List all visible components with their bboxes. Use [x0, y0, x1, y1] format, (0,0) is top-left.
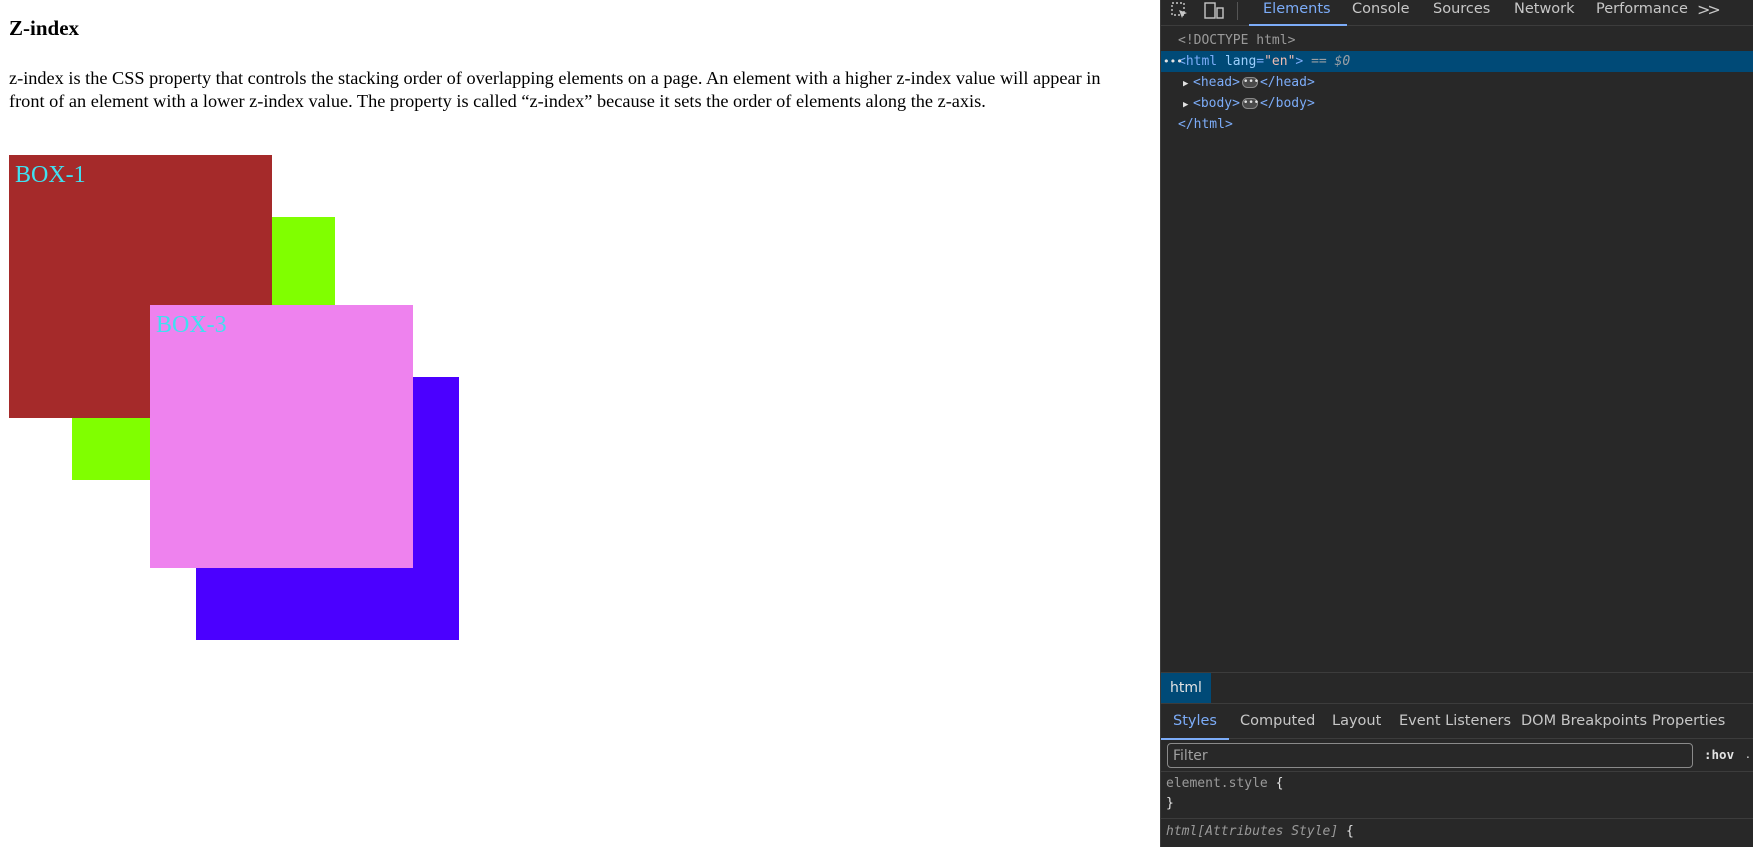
tab-properties[interactable]: Properties [1650, 704, 1727, 739]
selected-marker: == $0 [1311, 54, 1351, 69]
more-tabs-chevron-icon[interactable]: >> [1697, 0, 1721, 19]
attributes-style-selector: html[Attributes Style] [1166, 824, 1339, 839]
tab-layout[interactable]: Layout [1330, 704, 1383, 739]
breadcrumb-html[interactable]: html [1161, 673, 1211, 703]
rule-divider [1161, 818, 1753, 819]
inspect-element-icon[interactable] [1169, 0, 1191, 22]
styles-filter-row: :hov . [1161, 739, 1753, 772]
page-description: z-index is the CSS property that control… [9, 68, 1101, 111]
tab-styles[interactable]: Styles [1161, 704, 1229, 740]
collapsed-ellipsis-icon[interactable]: ••• [1241, 98, 1259, 109]
hov-toggle[interactable]: :hov [1704, 747, 1734, 762]
dom-html-close-line[interactable]: </html> [1161, 114, 1753, 135]
tab-performance[interactable]: Performance [1594, 0, 1690, 26]
tab-computed[interactable]: Computed [1238, 704, 1317, 739]
rule-close-brace: } [1166, 796, 1174, 811]
box-3: BOX-3 [150, 305, 413, 568]
expand-triangle-icon[interactable]: ▶ [1183, 95, 1193, 116]
element-style-rule[interactable]: element.style { [1166, 774, 1283, 794]
device-toolbar-icon[interactable] [1203, 0, 1225, 22]
html-attr-name: lang [1224, 54, 1257, 69]
tab-dom-breakpoints[interactable]: DOM Breakpoints [1519, 704, 1649, 739]
dom-doctype-line[interactable]: <!DOCTYPE html> [1161, 30, 1753, 51]
element-style-selector: element.style [1166, 776, 1268, 791]
breadcrumb: html [1161, 672, 1753, 703]
dom-head-line[interactable]: ▶ <head> •••</head> [1161, 72, 1753, 93]
devtools-toolbar: Elements Console Sources Network Perform… [1161, 0, 1753, 26]
tab-elements[interactable]: Elements [1249, 0, 1347, 26]
body-close-tag-name: body [1275, 96, 1307, 111]
box-3-label: BOX-3 [156, 312, 227, 338]
html-attr-value: "en" [1264, 54, 1296, 69]
attributes-style-rule[interactable]: html[Attributes Style] { [1166, 822, 1354, 842]
tab-network[interactable]: Network [1512, 0, 1577, 26]
sidebar-tabs: Styles Computed Layout Event Listeners D… [1161, 703, 1753, 740]
row-actions-ellipsis-icon[interactable]: ••• [1163, 51, 1183, 72]
rule-open-brace: { [1346, 824, 1354, 839]
expand-triangle-icon[interactable]: ▶ [1183, 74, 1193, 95]
dom-html-line[interactable]: ••• <html lang="en"> == $0 [1161, 51, 1753, 72]
page-title: Z-index [9, 16, 80, 40]
devtools-panel: Elements Console Sources Network Perform… [1160, 0, 1753, 847]
html-close-tag: </html> [1178, 117, 1233, 132]
tab-event-listeners[interactable]: Event Listeners [1397, 704, 1513, 739]
dom-body-line[interactable]: ▶ <body> •••</body> [1161, 93, 1753, 114]
head-tag-name: head [1200, 75, 1233, 90]
html-tag-name: html [1185, 54, 1218, 69]
styles-pane: element.style { } html[Attributes Style]… [1161, 772, 1753, 847]
collapsed-ellipsis-icon[interactable]: ••• [1241, 77, 1259, 88]
class-toggle-icon[interactable]: . [1746, 747, 1750, 761]
box-1-label: BOX-1 [15, 162, 86, 188]
body-tag-name: body [1200, 96, 1233, 111]
rule-open-brace: { [1275, 776, 1284, 791]
tab-console[interactable]: Console [1350, 0, 1412, 26]
page-viewport: Z-index z-index is the CSS property that… [0, 0, 1160, 847]
toolbar-separator [1237, 2, 1238, 20]
head-close-tag-name: head [1275, 75, 1307, 90]
element-style-close: } [1166, 794, 1174, 814]
dom-tree: <!DOCTYPE html> ••• <html lang="en"> == … [1161, 28, 1753, 672]
styles-filter-input[interactable] [1167, 743, 1693, 768]
tab-sources[interactable]: Sources [1431, 0, 1492, 26]
doctype-text: <!DOCTYPE html> [1178, 33, 1296, 48]
